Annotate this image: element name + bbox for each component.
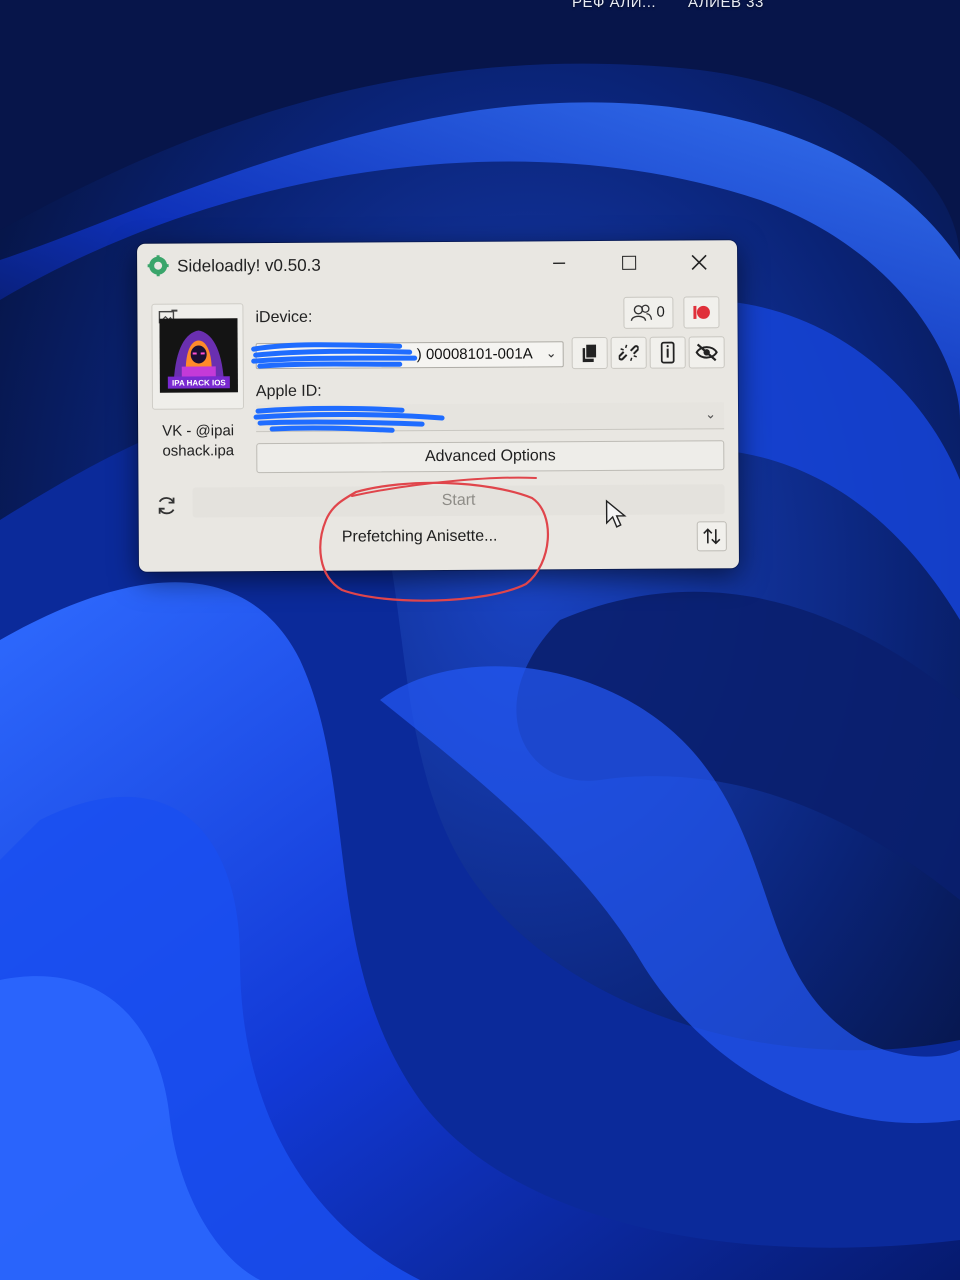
desktop-label-1[interactable]: РЕФ АЛИ... <box>572 0 656 11</box>
record-icon <box>693 305 710 319</box>
red-circle-annotation <box>319 476 550 602</box>
ipa-filename-line2: oshack.ipa <box>162 442 235 460</box>
copy-udid-button[interactable] <box>571 336 608 370</box>
hacker-logo-icon: IPA HACK IOS <box>159 318 238 393</box>
app-thumbnail: IPA HACK IOS <box>159 318 238 393</box>
desktop-label-2[interactable]: АЛИЕВ 33 <box>688 0 764 11</box>
window-title: Sideloadly! v0.50.3 <box>177 255 321 276</box>
idevice-selected-value: ) 00008101-001A <box>416 345 533 364</box>
users-icon <box>630 304 653 322</box>
idevice-label: iDevice: <box>255 308 313 327</box>
link-broken-icon <box>618 344 639 362</box>
sort-arrows-icon <box>703 528 721 545</box>
device-redaction-scribble <box>251 342 418 369</box>
chevron-down-icon: ⌄ <box>545 345 557 361</box>
copy-icon <box>582 343 598 363</box>
apple-id-label: Apple ID: <box>255 382 322 401</box>
chevron-down-icon: ⌄ <box>705 406 717 422</box>
sideloadly-app-icon <box>147 255 169 277</box>
connection-button[interactable] <box>610 336 647 369</box>
minimize-icon <box>553 262 566 264</box>
hide-toggle-button[interactable] <box>688 336 725 369</box>
mouse-cursor-icon <box>605 499 627 528</box>
ipa-filename-line1: VK - @ipai <box>162 422 235 440</box>
device-count: 0 <box>656 303 665 321</box>
device-count-button[interactable]: 0 <box>623 296 674 329</box>
record-button[interactable] <box>683 296 720 329</box>
device-info-button[interactable] <box>649 336 686 369</box>
maximize-button[interactable] <box>609 247 649 279</box>
phone-info-icon <box>660 341 675 364</box>
close-button[interactable] <box>679 246 719 278</box>
advanced-options-button[interactable]: Advanced Options <box>256 440 725 474</box>
ipa-drop-target[interactable]: IPA HACK IOS <box>151 303 245 410</box>
refresh-icon[interactable] <box>155 494 179 518</box>
log-toggle-button[interactable] <box>696 521 727 552</box>
eye-off-icon <box>695 343 718 362</box>
minimize-button[interactable] <box>539 247 579 279</box>
desktop-wallpaper <box>0 0 960 1280</box>
close-icon <box>691 254 707 271</box>
avatar-text: IPA HACK IOS <box>172 378 226 387</box>
title-bar[interactable]: Sideloadly! v0.50.3 <box>137 240 737 288</box>
maximize-icon <box>622 255 637 270</box>
apple-id-redaction-scribble <box>253 405 445 433</box>
ipa-filename: VK - @ipai oshack.ipa <box>148 421 248 462</box>
